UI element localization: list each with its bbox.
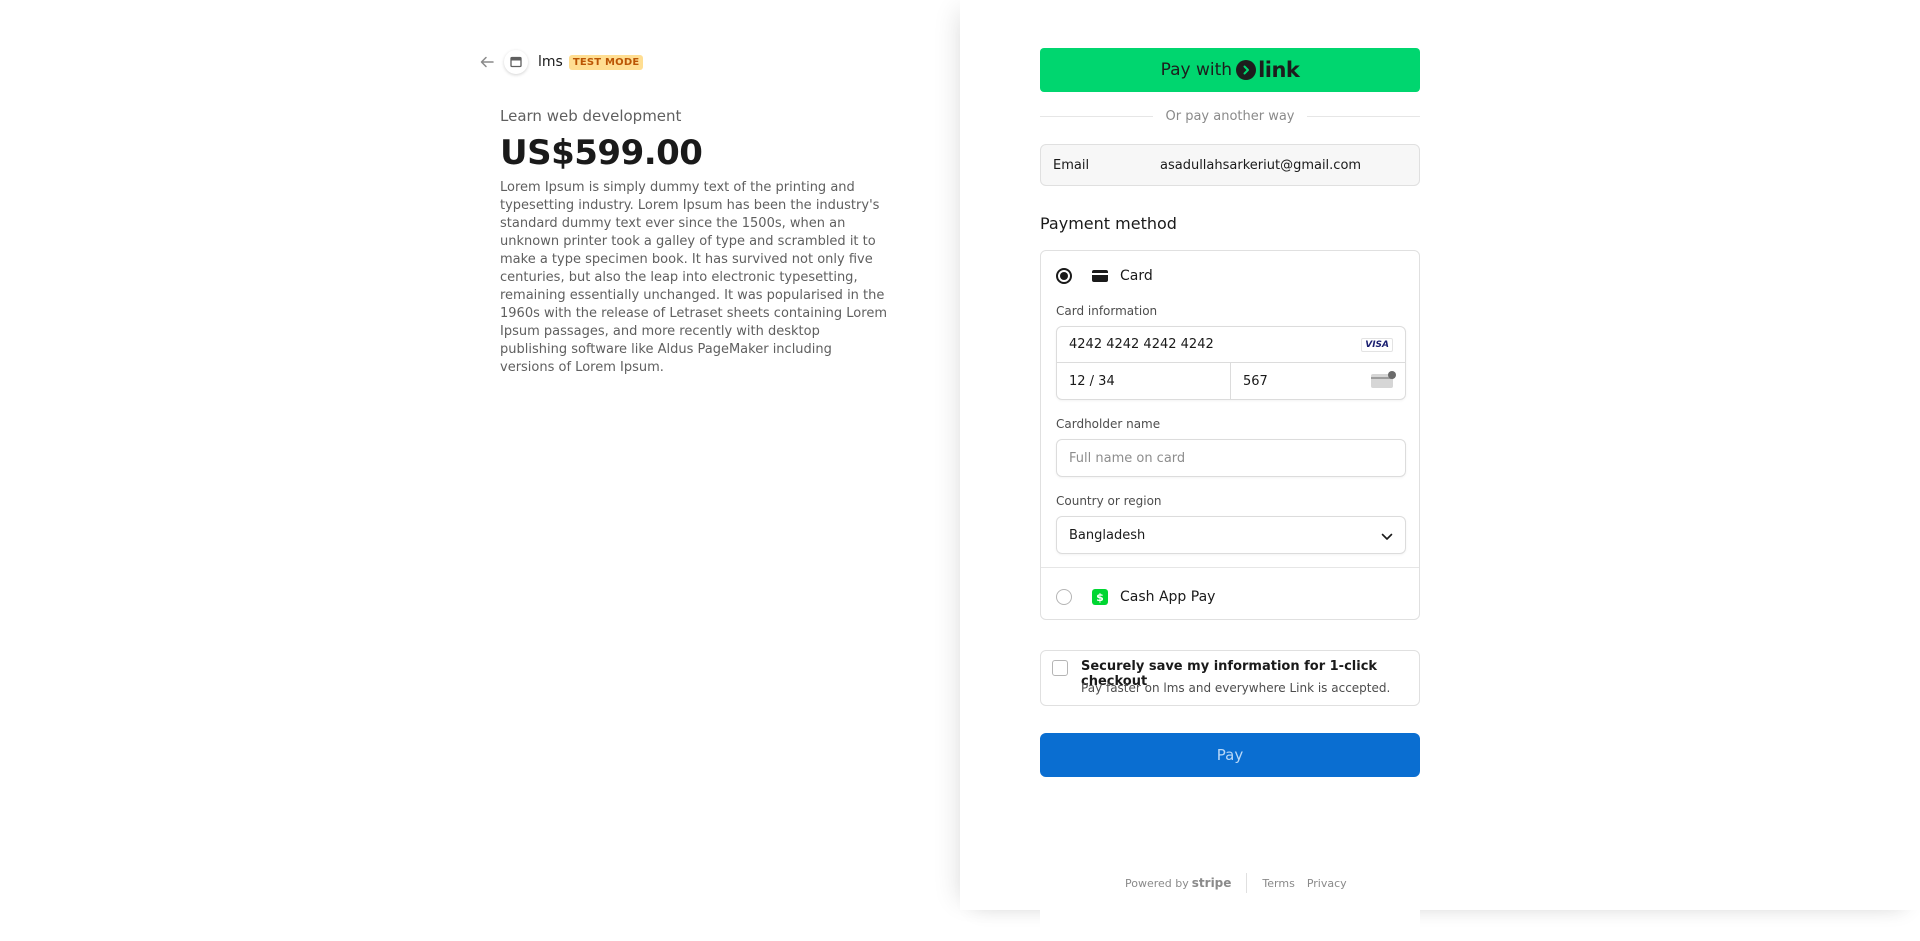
pay-with-link-button[interactable]: Pay with link [1040,48,1420,92]
visa-icon: VISA [1361,337,1393,352]
merchant-name: lms [538,54,563,70]
privacy-link[interactable]: Privacy [1307,877,1347,890]
credit-card-icon [1092,270,1108,282]
country-select[interactable]: Bangladesh [1056,516,1406,554]
link-arrow-icon [1236,60,1257,80]
order-summary-panel: lms TEST MODE Learn web development US$5… [0,0,960,941]
cashapp-icon: $ [1092,589,1108,605]
email-label: Email [1053,157,1090,173]
terms-link[interactable]: Terms [1262,877,1294,890]
payment-method-title: Payment method [1040,214,1177,233]
product-name: Learn web development [500,107,682,125]
divider-text: Or pay another way [1165,109,1295,124]
cashapp-radio[interactable] [1056,589,1072,605]
footer: Powered by stripe Terms Privacy [1125,873,1359,893]
divider-line [1040,116,1154,117]
product-description: Lorem Ipsum is simply dummy text of the … [500,180,887,375]
cvc-card-icon [1371,371,1396,388]
link-logo: link [1236,58,1300,82]
card-information-group: VISA [1056,326,1406,400]
card-information-label: Card information [1056,304,1158,318]
merchant-header: lms TEST MODE [478,50,644,74]
cvc-input[interactable] [1243,373,1371,389]
pay-with-label: Pay with [1160,60,1233,80]
footer-separator [1246,873,1248,893]
link-wordmark: link [1258,58,1300,82]
powered-by-label: Powered by [1125,876,1189,890]
cardholder-name-field[interactable] [1056,439,1406,477]
save-info-box: Securely save my information for 1-click… [1040,650,1420,706]
expiry-input[interactable] [1069,373,1218,389]
card-radio[interactable] [1056,268,1072,284]
payment-option-separator [1041,567,1419,568]
country-value: Bangladesh [1069,527,1146,543]
radio-dot [1060,272,1068,280]
test-mode-badge: TEST MODE [568,54,644,70]
card-option-label: Card [1120,268,1153,284]
form-column-extension [1040,910,1420,941]
store-icon [504,50,528,74]
divider-line [1306,116,1420,117]
cardholder-name-input[interactable] [1069,450,1393,466]
payment-form: Pay with link Or pay another way Email a… [1040,48,1420,777]
email-field[interactable]: Email asadullahsarkeriut@gmail.com [1040,144,1420,186]
expiry-field[interactable] [1057,363,1231,399]
product-price: US$599.00 [500,133,703,173]
payment-panel: Pay with link Or pay another way Email a… [960,0,1920,910]
pay-button[interactable]: Pay [1040,733,1420,777]
save-info-checkbox[interactable] [1052,660,1068,676]
product-summary: Learn web development US$599.00 Lorem Ip… [500,107,890,377]
cvc-field[interactable] [1231,363,1405,399]
cardholder-name-label: Cardholder name [1056,417,1161,431]
email-value[interactable]: asadullahsarkeriut@gmail.com [1160,158,1361,173]
stripe-logo[interactable]: stripe [1192,876,1232,890]
cashapp-option-label: Cash App Pay [1120,589,1216,605]
card-number-input[interactable] [1069,337,1362,352]
cashapp-option[interactable]: $ Cash App Pay [1056,588,1215,606]
back-arrow-icon[interactable] [478,53,496,71]
card-number-field[interactable]: VISA [1057,327,1405,363]
card-option[interactable]: Card [1056,266,1153,286]
payment-method-accordion: Card Card information VISA Cardholder na… [1040,250,1420,620]
country-label: Country or region [1056,494,1162,508]
save-info-subtitle: Pay faster on lms and everywhere Link is… [1081,681,1391,695]
chevron-down-icon [1381,526,1393,545]
or-divider: Or pay another way [1040,109,1420,124]
